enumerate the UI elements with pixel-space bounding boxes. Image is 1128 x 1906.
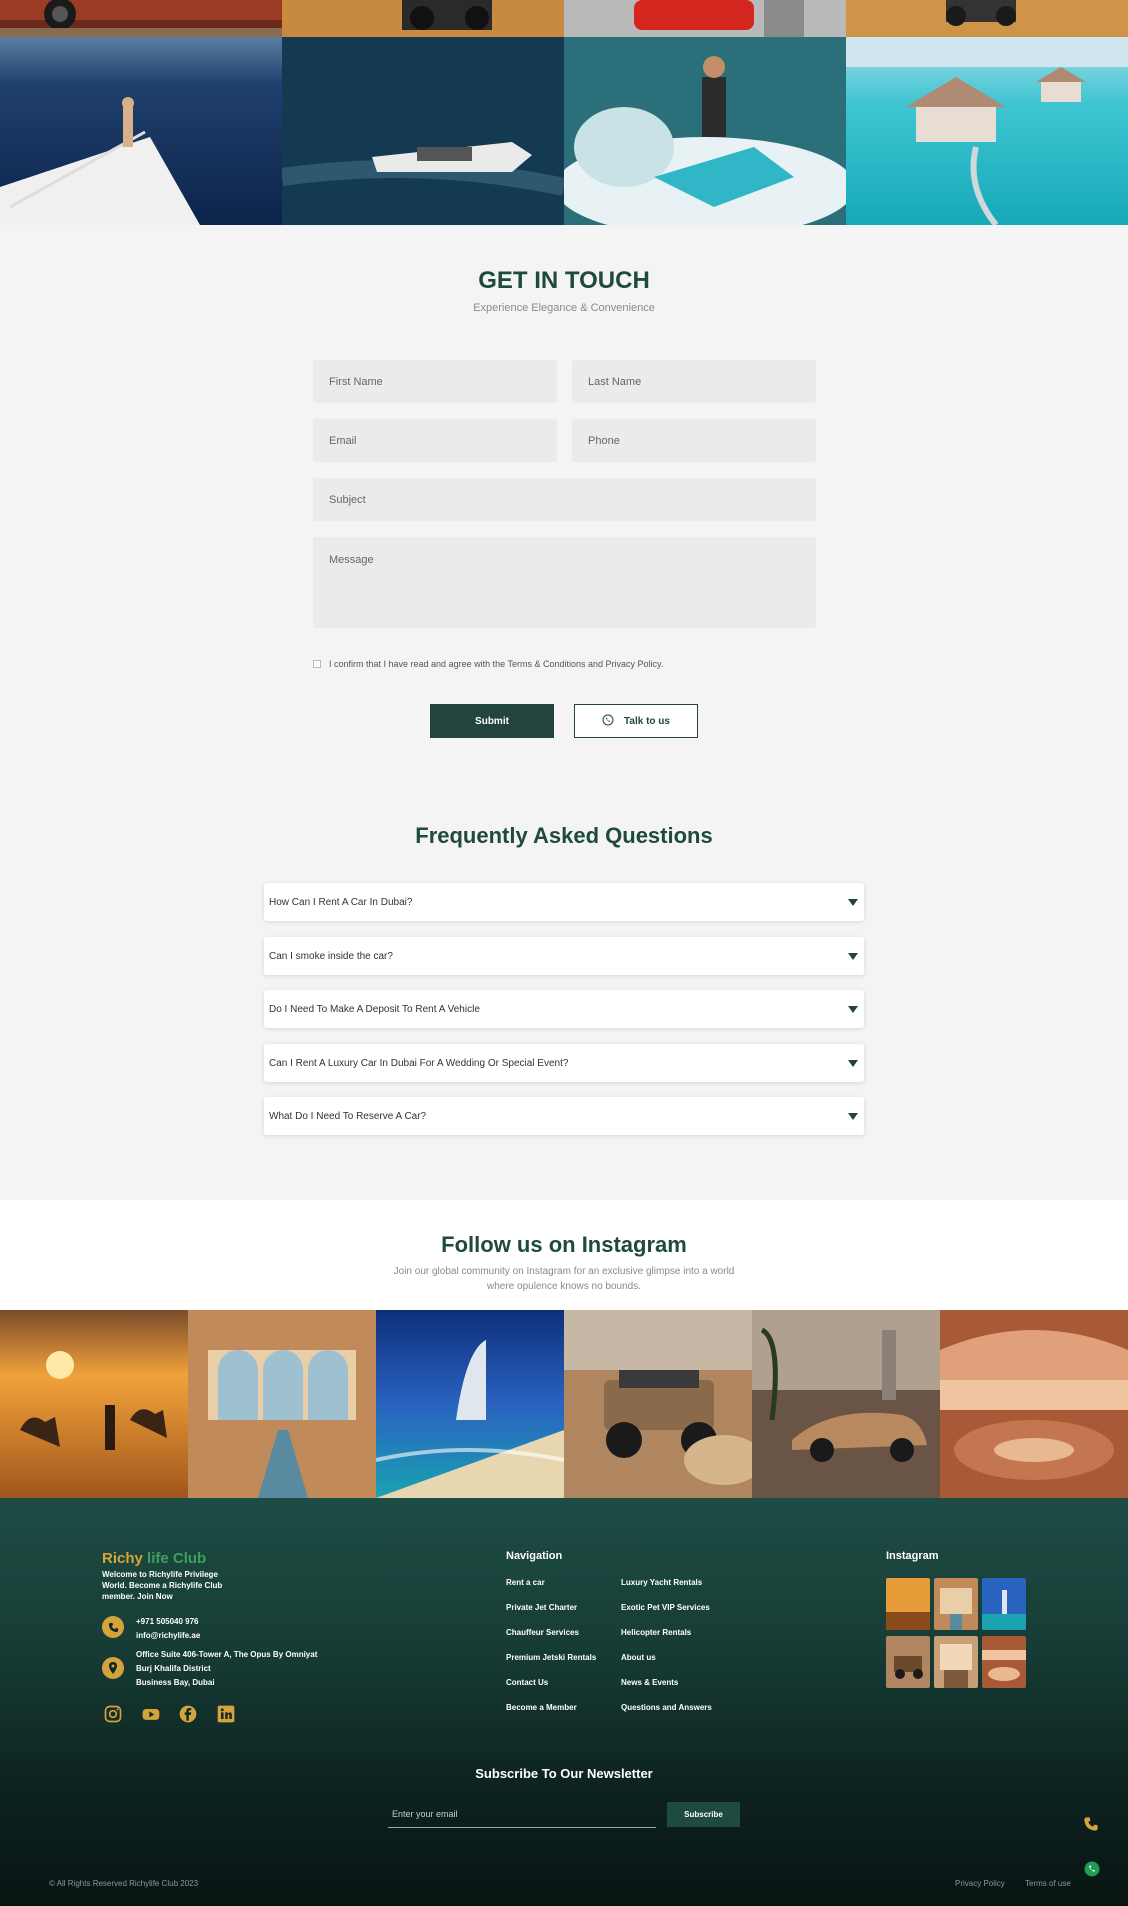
floating-whatsapp-icon[interactable] <box>1083 1860 1101 1883</box>
gallery-image-maldives-resort <box>846 37 1128 225</box>
youtube-icon[interactable] <box>141 1704 161 1724</box>
newsletter-email-input[interactable]: Enter your email <box>388 1800 656 1828</box>
nav-link[interactable]: Helicopter Rentals <box>621 1628 691 1637</box>
footer-instagram-heading: Instagram <box>886 1550 939 1562</box>
footer-email[interactable]: info@richylife.ae <box>136 1629 200 1643</box>
subscribe-button[interactable]: Subscribe <box>667 1802 740 1827</box>
privacy-policy-link[interactable]: Privacy Policy <box>955 1879 1005 1888</box>
footer-instagram-thumb[interactable] <box>982 1636 1026 1688</box>
gallery-image-desert-buggy <box>282 0 564 37</box>
location-pin-icon <box>102 1657 124 1679</box>
instagram-gallery <box>0 1310 1128 1498</box>
instagram-icon[interactable] <box>103 1704 123 1724</box>
logo-text-life-club: life Club <box>147 1550 207 1567</box>
navigation-heading: Navigation <box>506 1550 563 1562</box>
footer-instagram-thumb[interactable] <box>886 1636 930 1688</box>
nav-link[interactable]: About us <box>621 1653 656 1662</box>
email-input[interactable]: Email <box>313 419 557 462</box>
nav-link[interactable]: Chauffeur Services <box>506 1628 579 1637</box>
linkedin-icon[interactable] <box>216 1704 236 1724</box>
nav-link[interactable]: Contact Us <box>506 1678 548 1687</box>
gallery-image-atv <box>846 0 1128 37</box>
faq-item[interactable]: Can I smoke inside the car? <box>264 937 864 975</box>
floating-phone-icon[interactable] <box>1083 1816 1099 1837</box>
footer-phone[interactable]: +971 505040 976 <box>136 1615 199 1629</box>
nav-link[interactable]: Become a Member <box>506 1703 577 1712</box>
faq-question: Can I smoke inside the car? <box>269 950 393 962</box>
subject-input[interactable]: Subject <box>313 478 816 521</box>
footer-address-line2: Burj Khalifa District <box>136 1664 211 1673</box>
last-name-input[interactable]: Last Name <box>572 360 816 403</box>
gallery-image-jetski <box>564 37 846 225</box>
nav-link[interactable]: Luxury Yacht Rentals <box>621 1578 702 1587</box>
faq-item[interactable]: Do I Need To Make A Deposit To Rent A Ve… <box>264 990 864 1028</box>
caret-down-icon <box>848 1112 858 1120</box>
top-gallery <box>0 0 1128 225</box>
nav-link[interactable]: Rent a car <box>506 1578 545 1587</box>
instagram-post-burj-al-arab[interactable] <box>376 1310 564 1498</box>
footer-logo[interactable]: Richy life Club <box>102 1550 206 1567</box>
footer-instagram-thumb[interactable] <box>886 1578 930 1630</box>
contact-subtitle: Experience Elegance & Convenience <box>473 302 655 314</box>
whatsapp-icon <box>602 714 614 729</box>
contact-section: GET IN TOUCH Experience Elegance & Conve… <box>0 225 1128 1200</box>
instagram-section: Follow us on Instagram Join our global c… <box>0 1200 1128 1498</box>
consent-row: I confirm that I have read and agree wit… <box>313 659 663 669</box>
faq-question: Can I Rent A Luxury Car In Dubai For A W… <box>269 1057 569 1069</box>
footer-instagram-thumb[interactable] <box>934 1636 978 1688</box>
facebook-icon[interactable] <box>178 1704 198 1724</box>
newsletter-title: Subscribe To Our Newsletter <box>475 1766 653 1781</box>
footer-intro: Welcome to Richylife Privilege World. Be… <box>102 1570 223 1601</box>
faq-question: Do I Need To Make A Deposit To Rent A Ve… <box>269 1003 480 1015</box>
nav-link[interactable]: Premium Jetski Rentals <box>506 1653 596 1662</box>
footer-instagram-thumb[interactable] <box>934 1578 978 1630</box>
copyright-text: © All Rights Reserved Richylife Club 202… <box>49 1879 199 1888</box>
instagram-post-yacht-lounge[interactable] <box>940 1310 1128 1498</box>
gallery-image-red-car <box>564 0 846 37</box>
submit-button[interactable]: Submit <box>430 704 554 738</box>
phone-input[interactable]: Phone <box>572 419 816 462</box>
instagram-post-camels[interactable] <box>0 1310 188 1498</box>
instagram-subtitle-line2: where opulence knows no bounds. <box>487 1281 641 1292</box>
phone-icon <box>102 1616 124 1638</box>
contact-title: GET IN TOUCH <box>478 267 650 294</box>
instagram-title: Follow us on Instagram <box>441 1232 687 1257</box>
instagram-post-pool-villa[interactable] <box>188 1310 376 1498</box>
terms-of-use-link[interactable]: Terms of use <box>1025 1879 1071 1888</box>
faq-item[interactable]: How Can I Rent A Car In Dubai? <box>264 883 864 921</box>
gallery-image-yacht-bow <box>0 37 282 225</box>
footer: Richy life Club Welcome to Richylife Pri… <box>0 1498 1128 1906</box>
first-name-input[interactable]: First Name <box>313 360 557 403</box>
caret-down-icon <box>848 898 858 906</box>
logo-text-richy: Richy <box>102 1550 143 1567</box>
caret-down-icon <box>848 952 858 960</box>
faq-question: What Do I Need To Reserve A Car? <box>269 1110 427 1122</box>
footer-address-line1: Office Suite 406-Tower A, The Opus By Om… <box>136 1650 318 1659</box>
instagram-post-offroad-truck[interactable] <box>564 1310 752 1498</box>
talk-to-us-label: Talk to us <box>624 715 670 727</box>
consent-text: I confirm that I have read and agree wit… <box>329 659 664 669</box>
nav-link[interactable]: News & Events <box>621 1678 678 1687</box>
nav-link[interactable]: Questions and Answers <box>621 1703 712 1712</box>
nav-link[interactable]: Private Jet Charter <box>506 1603 577 1612</box>
instagram-subtitle-line1: Join our global community on Instagram f… <box>393 1266 735 1277</box>
nav-link[interactable]: Exotic Pet VIP Services <box>621 1603 710 1612</box>
caret-down-icon <box>848 1005 858 1013</box>
faq-item[interactable]: What Do I Need To Reserve A Car? <box>264 1097 864 1135</box>
message-textarea[interactable]: Message <box>313 537 816 628</box>
caret-down-icon <box>848 1059 858 1067</box>
talk-to-us-button[interactable]: Talk to us <box>574 704 698 738</box>
faq-item[interactable]: Can I Rent A Luxury Car In Dubai For A W… <box>264 1044 864 1082</box>
instagram-post-supercar[interactable] <box>752 1310 940 1498</box>
footer-instagram-thumb[interactable] <box>982 1578 1026 1630</box>
footer-address-line3: Business Bay, Dubai <box>136 1678 215 1687</box>
faq-question: How Can I Rent A Car In Dubai? <box>269 896 413 908</box>
consent-checkbox[interactable] <box>313 660 321 668</box>
faq-title: Frequently Asked Questions <box>415 823 713 848</box>
gallery-image-sports-car <box>0 0 282 37</box>
gallery-image-speed-yacht <box>282 37 564 225</box>
